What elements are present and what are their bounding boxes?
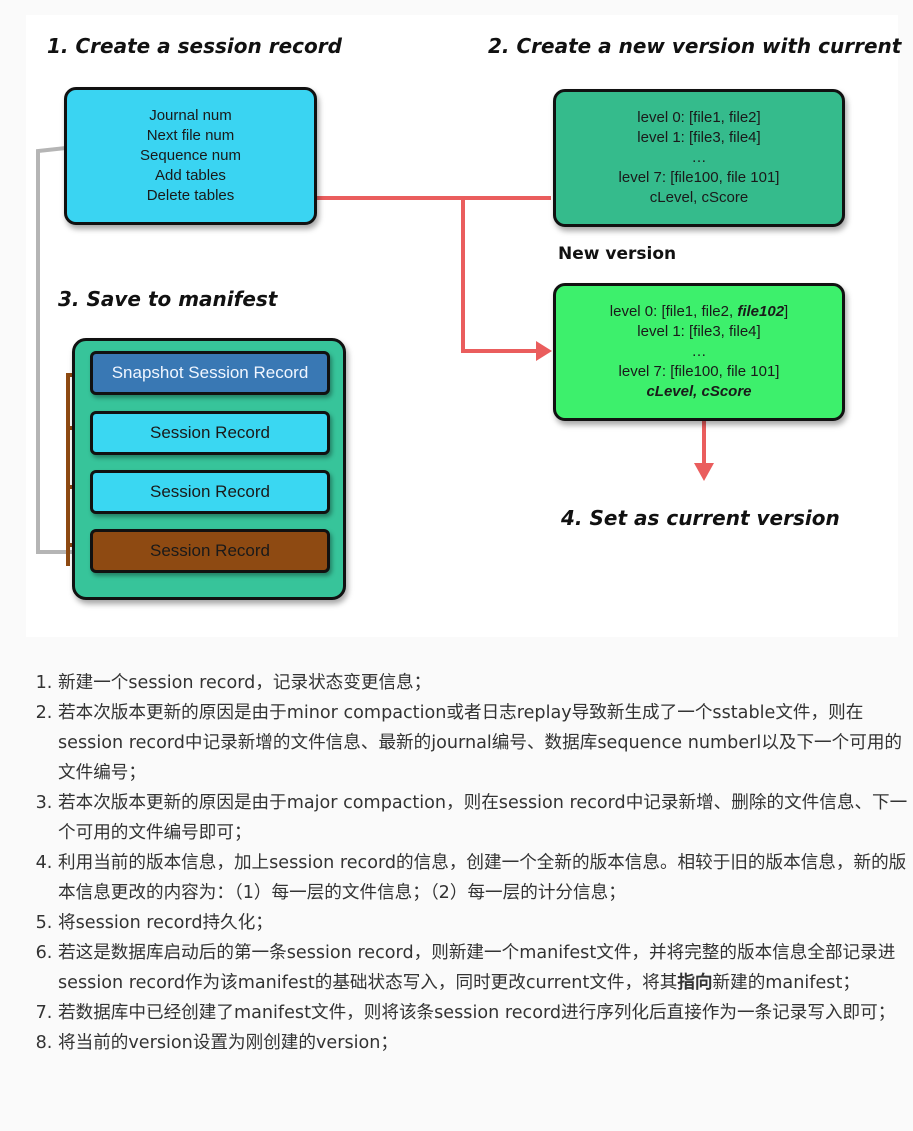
list-item: 若本次版本更新的原因是由于minor compaction或者日志replay导… [58, 698, 908, 788]
version-level-line: level 1: [file3, file4] [637, 129, 761, 146]
version-ellipsis: … [691, 343, 707, 360]
list-item: 若本次版本更新的原因是由于major compaction，则在session … [58, 788, 908, 848]
version-level-line: level 0: [file1, file2] [637, 109, 761, 126]
list-item: 将session record持久化； [58, 908, 908, 938]
new-version-box: level 0: [file1, file2, file102] level 1… [553, 283, 845, 421]
version-level-line: level 0: [file1, file2, file102] [609, 303, 789, 320]
step2-heading: 2. Create a new version with current [488, 34, 902, 58]
version-level-line: level 1: [file3, file4] [637, 323, 761, 340]
current-version-box: level 0: [file1, file2] level 1: [file3,… [553, 89, 845, 227]
version-level-line: level 7: [file100, file 101] [618, 169, 780, 186]
session-record: Session Record [90, 411, 330, 455]
version-level-line: level 7: [file100, file 101] [618, 363, 780, 380]
session-field: Next file num [146, 127, 235, 144]
session-record: Session Record [90, 470, 330, 514]
step1-heading: 1. Create a session record [47, 34, 342, 58]
session-field: Sequence num [140, 147, 241, 164]
session-field: Add tables [155, 167, 226, 184]
snapshot-session-record: Snapshot Session Record [90, 351, 330, 395]
session-record-box: Journal num Next file num Sequence num A… [64, 87, 317, 225]
steps-list: 新建一个session record，记录状态变更信息； 若本次版本更新的原因是… [38, 668, 908, 1058]
version-score-line: cLevel, cScore [649, 189, 749, 206]
version-score-line: cLevel, cScore [646, 383, 752, 400]
version-ellipsis: … [691, 149, 707, 166]
list-item: 利用当前的版本信息，加上session record的信息，创建一个全新的版本信… [58, 848, 908, 908]
emphasis: 指向 [677, 973, 713, 993]
step4-heading: 4. Set as current version [561, 506, 840, 530]
step3-heading: 3. Save to manifest [58, 287, 278, 311]
list-item: 将当前的version设置为刚创建的version； [58, 1028, 908, 1058]
new-file-emphasis: file102 [737, 303, 785, 320]
diagram: 1. Create a session record 2. Create a n… [26, 15, 902, 637]
list-item: 若数据库中已经创建了manifest文件，则将该条session record进… [58, 998, 908, 1028]
new-version-label: New version [558, 244, 677, 264]
session-field: Journal num [149, 107, 232, 124]
session-record-latest: Session Record [90, 529, 330, 573]
session-field: Delete tables [146, 187, 235, 204]
list-item: 若这是数据库启动后的第一条session record，则新建一个manifes… [58, 938, 908, 998]
list-item: 新建一个session record，记录状态变更信息； [58, 668, 908, 698]
